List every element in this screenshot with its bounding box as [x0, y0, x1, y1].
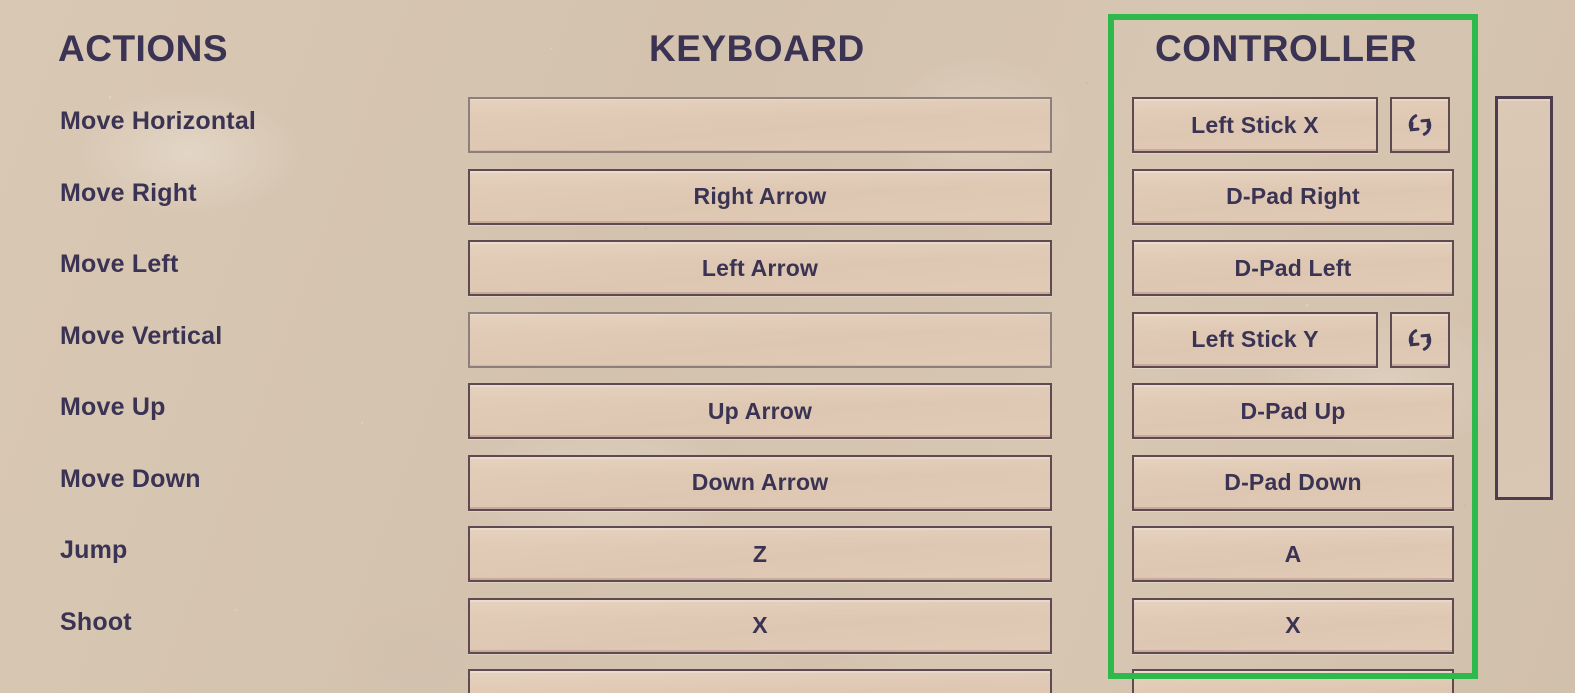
action-label: Move Right — [60, 178, 197, 207]
keyboard-binding-label: Up Arrow — [707, 397, 813, 424]
keyboard-binding-label: Z — [752, 540, 768, 567]
keyboard-binding-label: X — [752, 612, 768, 638]
keyboard-binding-button[interactable]: Right Arrow — [468, 168, 1052, 225]
controller-binding-label: Left Stick Y — [1191, 326, 1319, 352]
column-header-actions: ACTIONS — [58, 28, 228, 69]
controller-binding-label: D-Pad Down — [1224, 469, 1362, 495]
keybinding-row — [0, 666, 1575, 693]
column-header-keyboard: KEYBOARD — [649, 28, 865, 69]
controller-binding-button[interactable]: A — [1132, 526, 1454, 582]
scrollbar-thumb[interactable] — [1495, 96, 1553, 500]
keyboard-binding-label: Left Arrow — [701, 254, 819, 281]
controller-binding-label: D-Pad Right — [1226, 183, 1360, 209]
keyboard-binding-label: Right Arrow — [693, 183, 827, 209]
controller-binding-label: D-Pad Up — [1240, 397, 1346, 424]
keyboard-binding-button[interactable]: Up Arrow — [468, 383, 1052, 439]
column-header-controller: CONTROLLER — [1155, 28, 1417, 69]
keybinding-row: Move Horizontal Left Stick X — [0, 94, 1575, 166]
controller-binding-button[interactable]: X — [1132, 597, 1454, 654]
keybinding-row: Move Down Down Arrow D-Pad Down — [0, 452, 1575, 524]
keyboard-binding-button[interactable] — [468, 311, 1052, 368]
controller-binding-button[interactable]: D-Pad Up — [1132, 383, 1454, 439]
keybinding-row: Move Up Up Arrow D-Pad Up — [0, 380, 1575, 452]
controller-binding-button[interactable]: Left Stick X — [1132, 97, 1378, 153]
swap-axis-icon — [1405, 110, 1435, 140]
keyboard-binding-label: Down Arrow — [691, 469, 829, 495]
keybinding-row: Move Vertical Left Stick Y — [0, 309, 1575, 381]
controller-binding-button[interactable]: Left Stick Y — [1132, 311, 1378, 368]
action-label: Move Left — [60, 250, 179, 278]
action-label: Move Vertical — [60, 321, 223, 350]
swap-axis-icon — [1405, 325, 1435, 355]
invert-axis-button[interactable] — [1390, 311, 1450, 368]
invert-axis-button[interactable] — [1390, 97, 1450, 153]
keybinding-row: Shoot X X — [0, 595, 1575, 667]
keyboard-binding-button[interactable]: Z — [468, 526, 1052, 582]
keybinding-row: Move Left Left Arrow D-Pad Left — [0, 237, 1575, 309]
controller-binding-label: X — [1285, 612, 1301, 638]
action-label: Move Up — [60, 393, 166, 421]
keybinding-rows: Move Horizontal Left Stick X Move Right Rig… — [0, 94, 1575, 693]
action-label: Move Down — [60, 464, 201, 493]
controller-binding-button[interactable] — [1132, 669, 1454, 693]
controller-binding-button[interactable]: D-Pad Right — [1132, 168, 1454, 225]
action-label: Shoot — [60, 607, 132, 636]
keyboard-binding-button[interactable]: X — [468, 597, 1052, 654]
controller-binding-button[interactable]: D-Pad Left — [1132, 240, 1454, 296]
keyboard-binding-button[interactable] — [468, 97, 1052, 153]
keyboard-binding-button[interactable]: Left Arrow — [468, 240, 1052, 296]
controller-binding-button[interactable]: D-Pad Down — [1132, 454, 1454, 511]
controller-binding-label: A — [1284, 540, 1302, 567]
action-label: Move Horizontal — [60, 107, 257, 135]
keyboard-binding-button[interactable] — [468, 669, 1052, 693]
keybinding-row: Jump Z A — [0, 523, 1575, 595]
keyboard-binding-button[interactable]: Down Arrow — [468, 454, 1052, 511]
keybinding-row: Move Right Right Arrow D-Pad Right — [0, 166, 1575, 238]
controller-binding-label: D-Pad Left — [1234, 254, 1352, 281]
controller-binding-label: Left Stick X — [1191, 111, 1319, 138]
action-label: Jump — [60, 536, 128, 564]
